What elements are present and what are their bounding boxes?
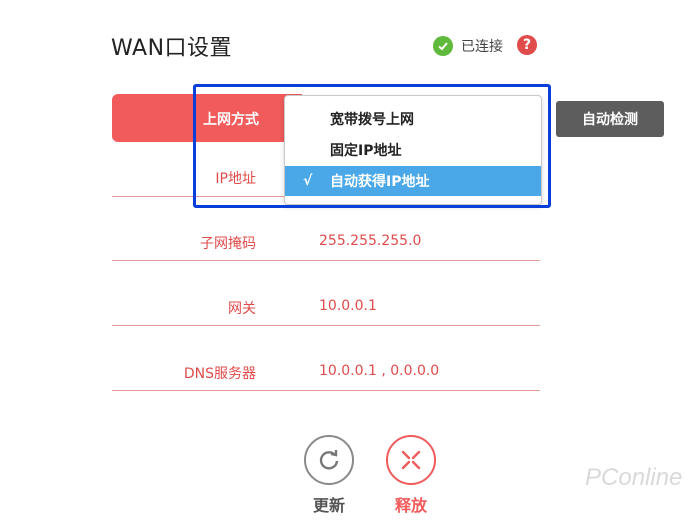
release-button[interactable] [386, 435, 436, 485]
help-icon[interactable]: ? [517, 35, 537, 55]
row-divider [112, 325, 540, 326]
refresh-icon [319, 450, 339, 470]
highlight-box [193, 84, 551, 208]
gateway-label: 网关 [228, 301, 256, 317]
status-text: 已连接 [461, 39, 503, 55]
connection-status: 已连接 [433, 36, 503, 56]
auto-detect-button[interactable]: 自动检测 [556, 101, 664, 137]
expand-icon [401, 450, 421, 470]
page-title: WAN口设置 [111, 36, 233, 61]
dns-value[interactable]: 10.0.0.1 , 0.0.0.0 [319, 363, 439, 379]
refresh-label: 更新 [312, 496, 345, 515]
refresh-button[interactable] [304, 435, 354, 485]
subnet-value[interactable]: 255.255.255.0 [319, 233, 421, 249]
subnet-label: 子网掩码 [200, 236, 256, 252]
row-divider [112, 260, 540, 261]
dns-label: DNS服务器 [183, 366, 256, 382]
check-icon [433, 36, 453, 56]
row-divider [112, 390, 540, 391]
release-label: 释放 [394, 496, 427, 515]
gateway-value[interactable]: 10.0.0.1 [319, 298, 377, 314]
watermark-logo: PConline [585, 464, 683, 491]
